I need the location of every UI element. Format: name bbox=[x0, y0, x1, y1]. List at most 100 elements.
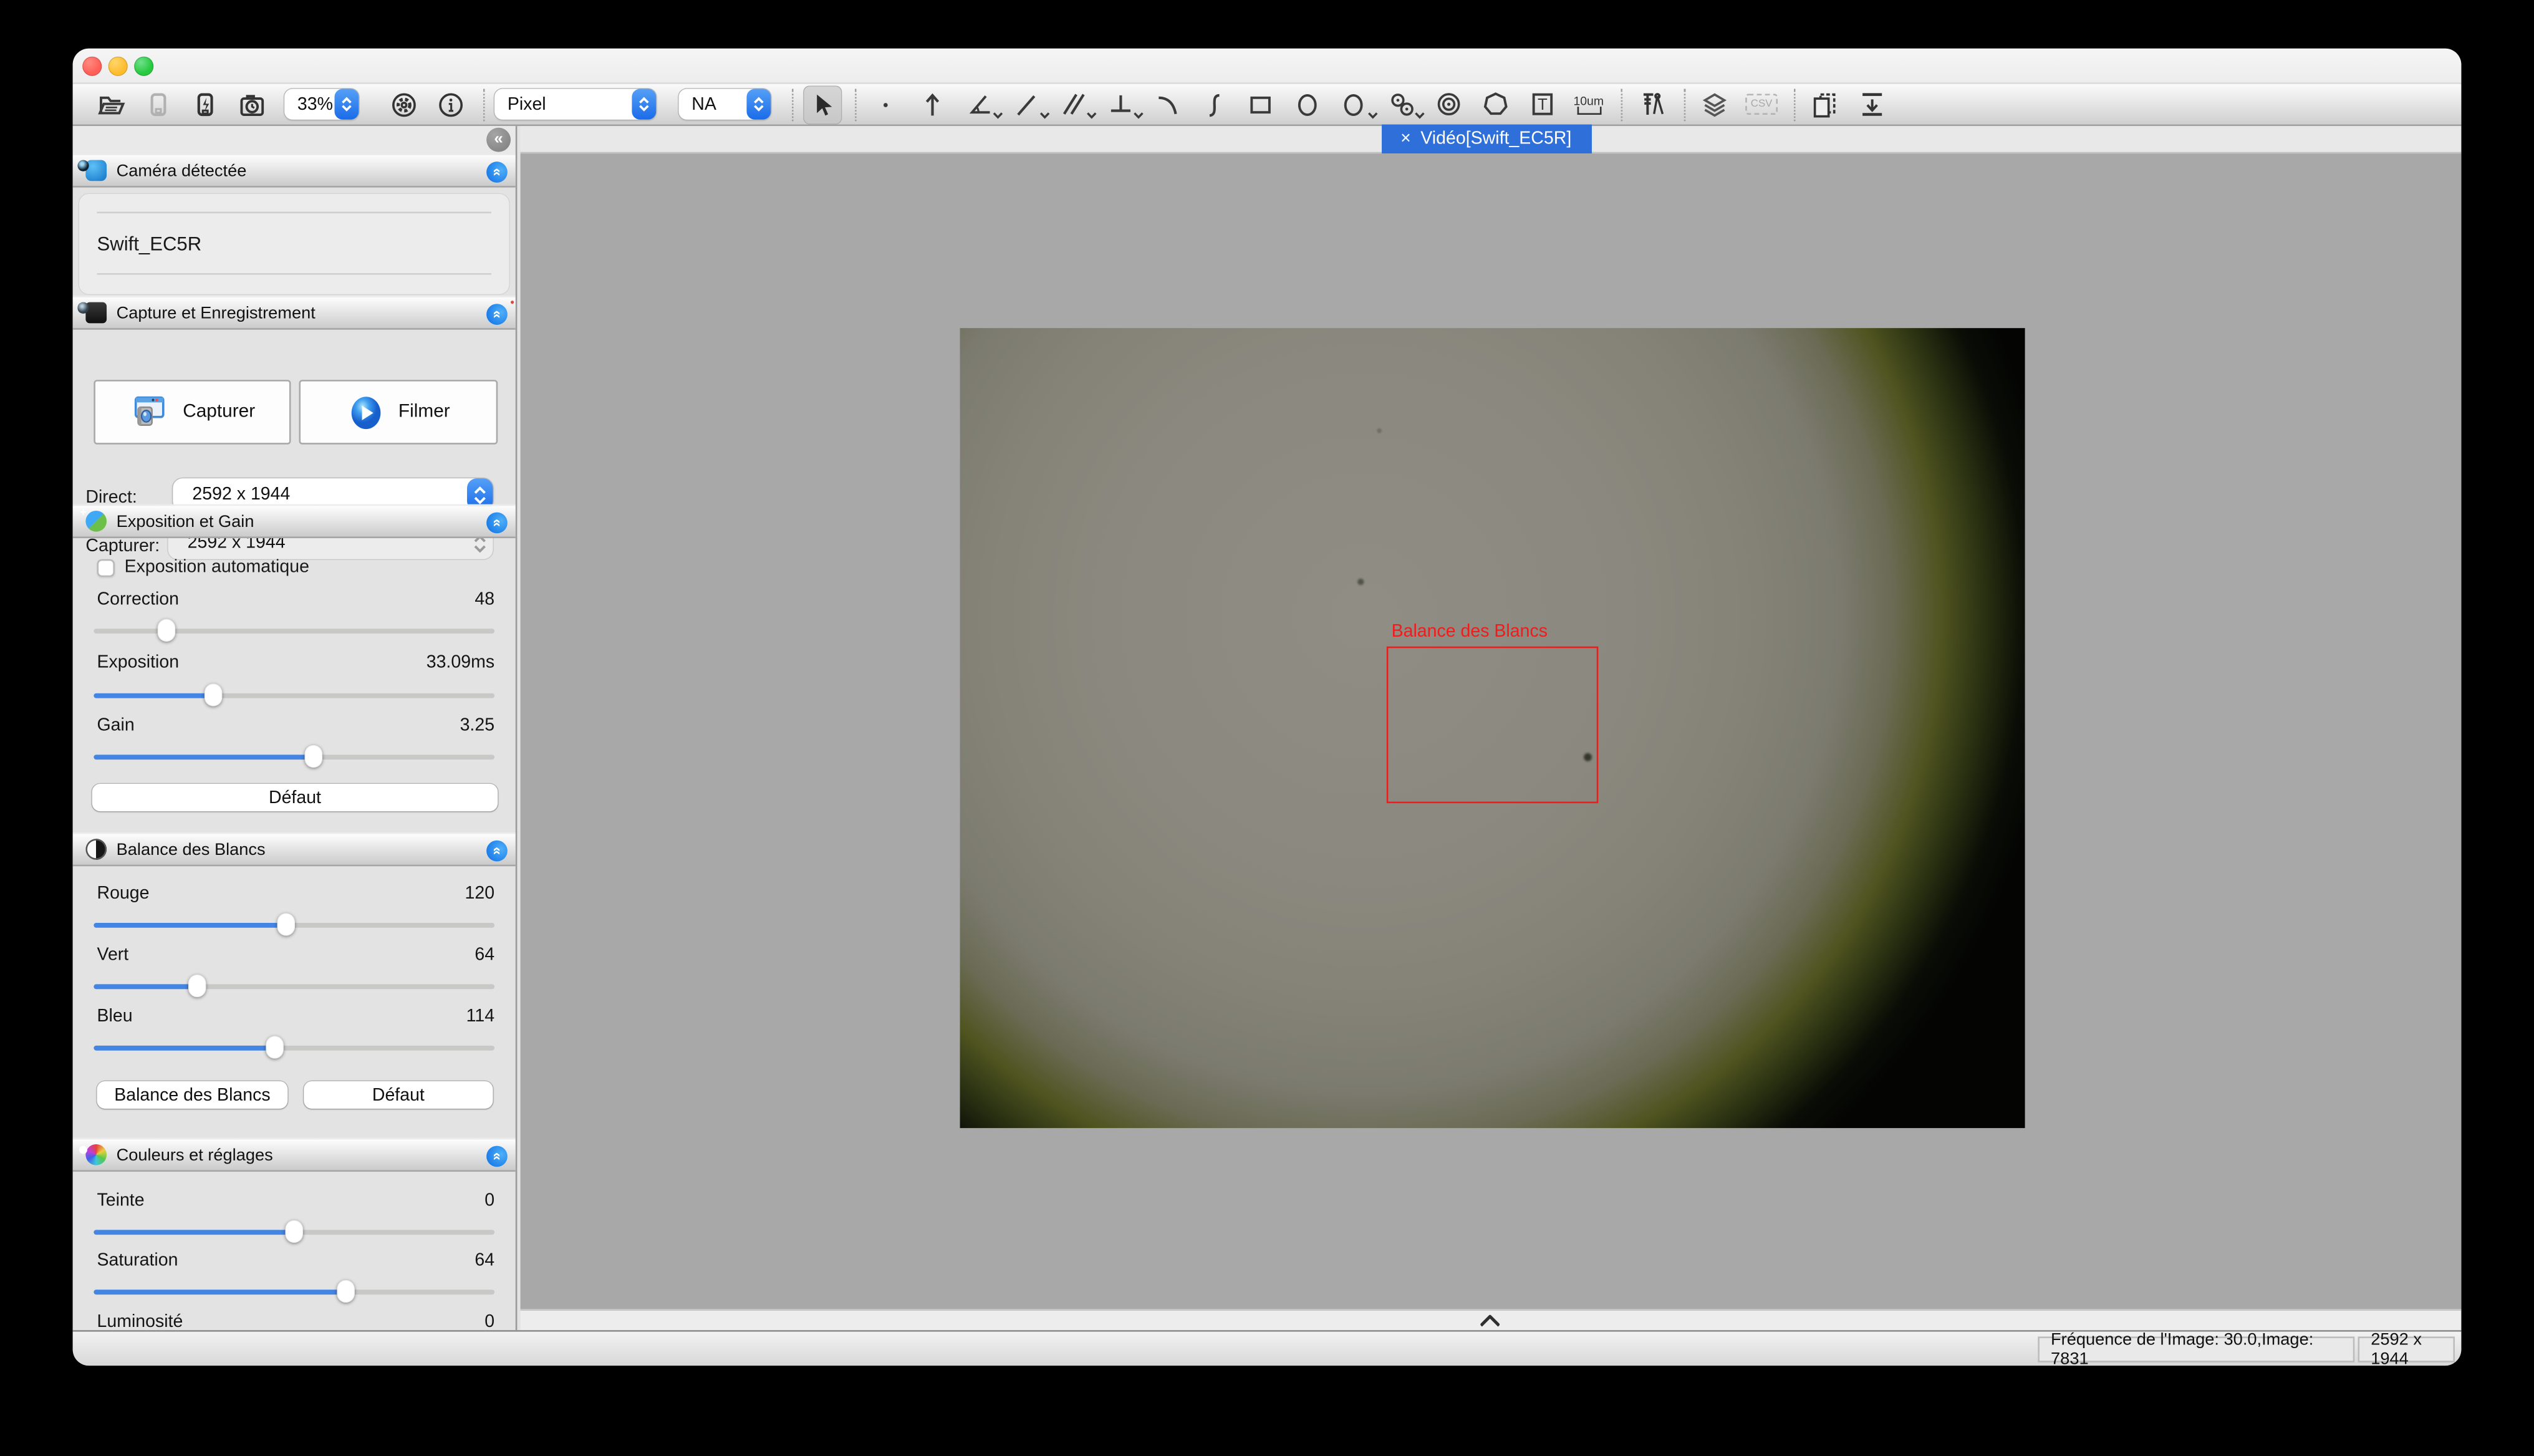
camera-icon bbox=[85, 302, 107, 324]
magnification-select[interactable]: NA bbox=[679, 89, 771, 120]
title-bar bbox=[73, 49, 2462, 82]
frame-info-status: Fréquence de l'Image: 30.0,Image: 7831 bbox=[2038, 1336, 2354, 1362]
gain-slider[interactable] bbox=[94, 745, 494, 768]
exposure-panel-header[interactable]: + Exposition et Gain « bbox=[73, 504, 516, 538]
slider-thumb[interactable] bbox=[205, 683, 223, 706]
ellipse-tool[interactable] bbox=[1288, 85, 1327, 123]
measure-calibrate-button[interactable] bbox=[1632, 85, 1671, 123]
csv-export-button[interactable]: CSV bbox=[1742, 85, 1781, 123]
capture-still-label: Capturer bbox=[183, 402, 255, 422]
close-tab-icon[interactable]: × bbox=[1400, 129, 1411, 148]
settings-gear-button[interactable] bbox=[385, 85, 423, 123]
minimize-window-button[interactable] bbox=[108, 57, 128, 76]
point-tool[interactable] bbox=[866, 85, 905, 123]
collapse-sidebar-icon[interactable]: « bbox=[486, 128, 511, 152]
zoom-stepper[interactable] bbox=[335, 89, 359, 120]
collapse-panel-icon[interactable]: « bbox=[486, 513, 508, 534]
video-tab[interactable]: × Vidéo[Swift_EC5R] bbox=[1381, 125, 1591, 154]
green-slider[interactable] bbox=[94, 975, 494, 997]
angle-tool[interactable] bbox=[960, 85, 999, 123]
auto-exposure-checkbox[interactable] bbox=[97, 559, 115, 577]
slider-label: Gain bbox=[97, 716, 135, 735]
collapse-panel-icon[interactable]: « bbox=[486, 304, 508, 325]
pointer-tool[interactable] bbox=[803, 85, 842, 123]
annulus-tool[interactable] bbox=[1382, 85, 1420, 123]
parallel-lines-tool[interactable] bbox=[1054, 85, 1092, 123]
unit-value: Pixel bbox=[508, 95, 546, 114]
capture-still-button[interactable]: Capturer bbox=[94, 380, 291, 445]
line-tool[interactable] bbox=[1007, 85, 1046, 123]
dust-speck bbox=[1357, 579, 1364, 585]
scale-bar-tool[interactable]: 10um bbox=[1569, 85, 1608, 123]
concentric-circles-tool[interactable] bbox=[1428, 85, 1467, 123]
webcam-icon bbox=[85, 160, 107, 181]
panel-title: Caméra détectée bbox=[117, 161, 247, 180]
collapse-panel-icon[interactable]: « bbox=[486, 162, 508, 183]
unit-select[interactable]: Pixel bbox=[494, 89, 656, 120]
correction-slider[interactable] bbox=[94, 619, 494, 642]
white-balance-button[interactable]: Balance des Blancs bbox=[97, 1081, 288, 1109]
toolbar-separator bbox=[855, 88, 857, 120]
live-video-frame[interactable]: Balance des Blancs bbox=[960, 328, 2025, 1128]
close-window-button[interactable] bbox=[82, 57, 102, 76]
snap-resolution-label: Capturer: bbox=[85, 536, 160, 556]
slider-thumb[interactable] bbox=[189, 975, 207, 997]
blue-slider[interactable] bbox=[94, 1036, 494, 1058]
toolbar-separator bbox=[1684, 88, 1686, 120]
scale-bar-glyph bbox=[1576, 106, 1601, 114]
perpendicular-tool[interactable] bbox=[1101, 85, 1139, 123]
arrow-tool[interactable] bbox=[913, 85, 951, 123]
red-slider[interactable] bbox=[94, 913, 494, 935]
scale-bar-label: 10um bbox=[1573, 95, 1604, 106]
curve-tool[interactable] bbox=[1194, 85, 1233, 123]
slider-thumb[interactable] bbox=[285, 1220, 303, 1243]
polygon-tool[interactable] bbox=[1475, 85, 1514, 123]
slider-value: 64 bbox=[475, 945, 494, 965]
camera-panel-header[interactable]: Caméra détectée « bbox=[73, 153, 516, 187]
circle-tool[interactable] bbox=[1335, 85, 1374, 123]
info-button[interactable] bbox=[431, 85, 470, 123]
arc-tool[interactable] bbox=[1147, 85, 1186, 123]
slider-value: 114 bbox=[466, 1007, 494, 1026]
video-tab-label: Vidéo[Swift_EC5R] bbox=[1420, 129, 1571, 148]
export-image-button[interactable] bbox=[1852, 85, 1891, 123]
resolution-status: 2592 x 1944 bbox=[2358, 1336, 2455, 1362]
slider-thumb[interactable] bbox=[337, 1280, 355, 1303]
zoom-level-select[interactable]: 33% bbox=[284, 89, 359, 120]
magnification-stepper[interactable] bbox=[746, 89, 771, 120]
hue-slider[interactable] bbox=[94, 1220, 494, 1243]
duplicate-button[interactable] bbox=[1805, 85, 1844, 123]
text-tool[interactable]: T bbox=[1523, 85, 1561, 123]
saturation-slider[interactable] bbox=[94, 1280, 494, 1303]
rectangle-tool[interactable] bbox=[1241, 85, 1280, 123]
slider-thumb[interactable] bbox=[306, 745, 324, 768]
slider-value: 48 bbox=[475, 590, 494, 609]
zoom-window-button[interactable] bbox=[134, 57, 153, 76]
slider-thumb[interactable] bbox=[265, 1036, 283, 1058]
collapse-panel-icon[interactable]: « bbox=[486, 1146, 508, 1167]
slider-thumb[interactable] bbox=[157, 619, 175, 642]
zoom-level-value: 33% bbox=[297, 95, 333, 114]
unit-stepper[interactable] bbox=[632, 89, 656, 120]
white-balance-panel-header[interactable]: Balance des Blancs « bbox=[73, 832, 516, 866]
slider-value: 0 bbox=[484, 1313, 494, 1331]
live-resolution-value: 2592 x 1944 bbox=[192, 485, 290, 504]
exposure-default-button[interactable]: Défaut bbox=[92, 784, 498, 811]
capture-panel-header[interactable]: Capture et Enregistrement « bbox=[73, 296, 516, 329]
video-canvas: Balance des Blancs bbox=[519, 153, 2461, 1309]
timed-capture-button[interactable] bbox=[233, 85, 271, 123]
white-balance-roi[interactable] bbox=[1387, 647, 1599, 803]
save-button[interactable] bbox=[139, 85, 178, 123]
camera-list-item[interactable]: Swift_EC5R bbox=[97, 233, 202, 255]
exposure-slider[interactable] bbox=[94, 683, 494, 706]
flash-capture-button[interactable] bbox=[186, 85, 224, 123]
slider-label: Bleu bbox=[97, 1007, 133, 1026]
screenshot-stage: 33% Pixel NA bbox=[0, 0, 2534, 1456]
open-file-button[interactable] bbox=[92, 85, 131, 123]
record-video-button[interactable]: Filmer bbox=[299, 380, 498, 445]
slider-thumb[interactable] bbox=[277, 913, 296, 935]
collapse-panel-icon[interactable]: « bbox=[486, 841, 508, 862]
colors-panel-header[interactable]: Couleurs et réglages « bbox=[73, 1138, 516, 1172]
layers-button[interactable] bbox=[1695, 85, 1734, 123]
wb-default-button[interactable]: Défaut bbox=[304, 1081, 493, 1109]
